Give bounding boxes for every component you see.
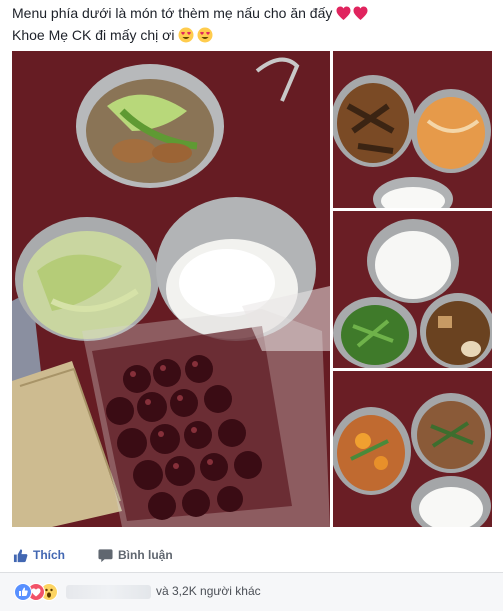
post-line-2-text: Khoe Mẹ CK đi mấy chị ơi xyxy=(12,27,175,43)
heart-eyes-emoji-icon xyxy=(178,27,214,48)
photo-grid xyxy=(12,51,492,527)
reactions-summary: và 3,2K người khác xyxy=(0,573,503,611)
comment-icon xyxy=(98,548,113,562)
like-icon xyxy=(13,548,28,562)
action-bar: Thích Bình luận xyxy=(0,538,503,573)
post-line-2: Khoe Mẹ CK đi mấy chị ơi xyxy=(12,26,492,48)
post-line-1-text: Menu phía dưới là món tớ thèm mẹ nấu cho… xyxy=(12,5,333,21)
photo-middle-right[interactable] xyxy=(333,211,492,368)
like-button[interactable]: Thích xyxy=(13,546,65,564)
heart-emoji-icon xyxy=(336,6,368,26)
like-reaction-icon xyxy=(14,583,32,601)
like-label: Thích xyxy=(33,548,65,562)
post-line-1: Menu phía dưới là món tớ thèm mẹ nấu cho… xyxy=(12,4,492,26)
photo-top-right[interactable] xyxy=(333,51,492,208)
comment-button[interactable]: Bình luận xyxy=(98,546,173,564)
reaction-icons[interactable] xyxy=(14,583,66,601)
reactor-names-blurred[interactable] xyxy=(66,585,151,599)
post-text: Menu phía dưới là món tớ thèm mẹ nấu cho… xyxy=(12,4,492,48)
photo-bottom-right[interactable] xyxy=(333,371,492,527)
main-photo[interactable] xyxy=(12,51,330,527)
comment-label: Bình luận xyxy=(118,548,173,562)
reactions-count-text[interactable]: và 3,2K người khác xyxy=(156,584,261,598)
